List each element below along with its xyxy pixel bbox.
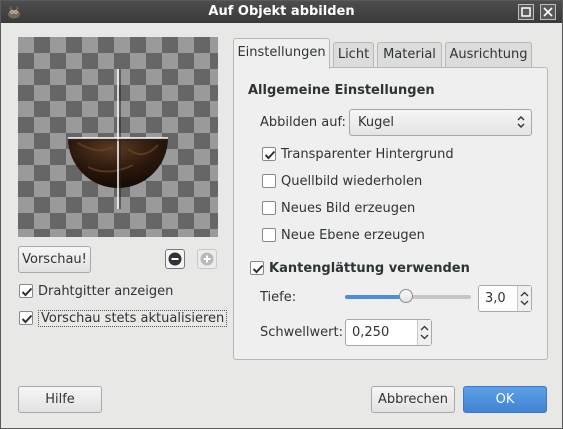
new-layer-row[interactable]: Neue Ebene erzeugen bbox=[262, 225, 425, 245]
help-button[interactable]: Hilfe bbox=[18, 386, 102, 413]
depth-input[interactable] bbox=[480, 287, 517, 310]
tile-source-label: Quellbild wiederholen bbox=[281, 173, 423, 189]
checkmark-icon bbox=[21, 287, 33, 297]
general-settings-heading: Allgemeine Einstellungen bbox=[248, 83, 435, 98]
depth-slider-handle[interactable] bbox=[399, 289, 413, 303]
transparent-bg-row[interactable]: Transparenter Hintergrund bbox=[262, 144, 454, 164]
cancel-button[interactable]: Abbrechen bbox=[371, 386, 455, 413]
spin-down-icon bbox=[420, 334, 429, 340]
auto-preview-checkbox[interactable] bbox=[19, 311, 33, 325]
depth-spinbutton[interactable] bbox=[478, 285, 532, 312]
depth-label: Tiefe: bbox=[260, 290, 297, 305]
tab-light[interactable]: Licht bbox=[333, 42, 374, 68]
depth-slider[interactable] bbox=[345, 289, 471, 303]
zoom-out-button[interactable] bbox=[165, 249, 185, 269]
ok-button[interactable]: OK bbox=[463, 386, 547, 413]
spin-up-icon bbox=[420, 325, 429, 331]
wireframe-label: Drahtgitter anzeigen bbox=[38, 283, 174, 299]
zoom-out-icon bbox=[168, 252, 182, 266]
map-to-label: Abbilden auf: bbox=[260, 115, 346, 130]
checkmark-icon bbox=[264, 150, 276, 160]
wireframe-checkbox[interactable] bbox=[19, 284, 33, 298]
zoom-in-icon bbox=[200, 252, 214, 266]
title-bar: Auf Objekt abbilden bbox=[1, 1, 562, 23]
preview-canvas[interactable] bbox=[18, 37, 218, 237]
sphere-wireframe-preview bbox=[68, 69, 168, 209]
window-title: Auf Objekt abbilden bbox=[208, 4, 355, 19]
tab-orientation[interactable]: Ausrichtung bbox=[445, 42, 532, 68]
spin-arrows[interactable] bbox=[417, 320, 431, 345]
spin-up-icon bbox=[520, 291, 529, 297]
tile-source-checkbox[interactable] bbox=[262, 174, 276, 188]
new-layer-checkbox[interactable] bbox=[262, 228, 276, 242]
updown-arrows-icon bbox=[517, 115, 525, 133]
close-icon bbox=[543, 7, 553, 17]
preview-button[interactable]: Vorschau! bbox=[18, 246, 91, 273]
maximize-icon bbox=[521, 7, 531, 17]
new-image-label: Neues Bild erzeugen bbox=[281, 200, 416, 216]
auto-preview-checkbox-row[interactable]: Vorschau stets aktualisieren bbox=[19, 308, 228, 328]
threshold-input[interactable] bbox=[347, 321, 416, 344]
close-button[interactable] bbox=[540, 4, 556, 20]
new-image-checkbox[interactable] bbox=[262, 201, 276, 215]
spin-down-icon bbox=[520, 300, 529, 306]
threshold-spinbutton[interactable] bbox=[345, 319, 432, 346]
new-image-row[interactable]: Neues Bild erzeugen bbox=[262, 198, 415, 218]
zoom-in-button[interactable] bbox=[197, 249, 217, 269]
transparent-bg-checkbox[interactable] bbox=[262, 147, 276, 161]
threshold-label: Schwellwert: bbox=[260, 325, 343, 340]
tile-source-row[interactable]: Quellbild wiederholen bbox=[262, 171, 422, 191]
checkmark-icon bbox=[252, 264, 264, 274]
antialias-label: Kantenglättung verwenden bbox=[269, 260, 470, 276]
spin-arrows[interactable] bbox=[517, 286, 531, 311]
depth-slider-fill bbox=[345, 295, 406, 299]
antialias-checkbox[interactable] bbox=[250, 261, 264, 275]
map-to-dropdown[interactable]: Kugel bbox=[349, 109, 532, 136]
dialog-window: Auf Objekt abbilden Vorschau! Drahtgitte… bbox=[0, 0, 563, 429]
antialias-row[interactable]: Kantenglättung verwenden bbox=[250, 258, 470, 278]
auto-preview-label: Vorschau stets aktualisieren bbox=[38, 309, 228, 327]
map-to-value: Kugel bbox=[358, 115, 394, 130]
checkmark-icon bbox=[21, 314, 33, 324]
tab-material[interactable]: Material bbox=[377, 42, 442, 68]
wireframe-checkbox-row[interactable]: Drahtgitter anzeigen bbox=[19, 281, 173, 301]
maximize-button[interactable] bbox=[518, 4, 534, 20]
tab-settings[interactable]: Einstellungen bbox=[233, 38, 330, 69]
transparent-bg-label: Transparenter Hintergrund bbox=[281, 146, 454, 162]
new-layer-label: Neue Ebene erzeugen bbox=[281, 227, 425, 243]
